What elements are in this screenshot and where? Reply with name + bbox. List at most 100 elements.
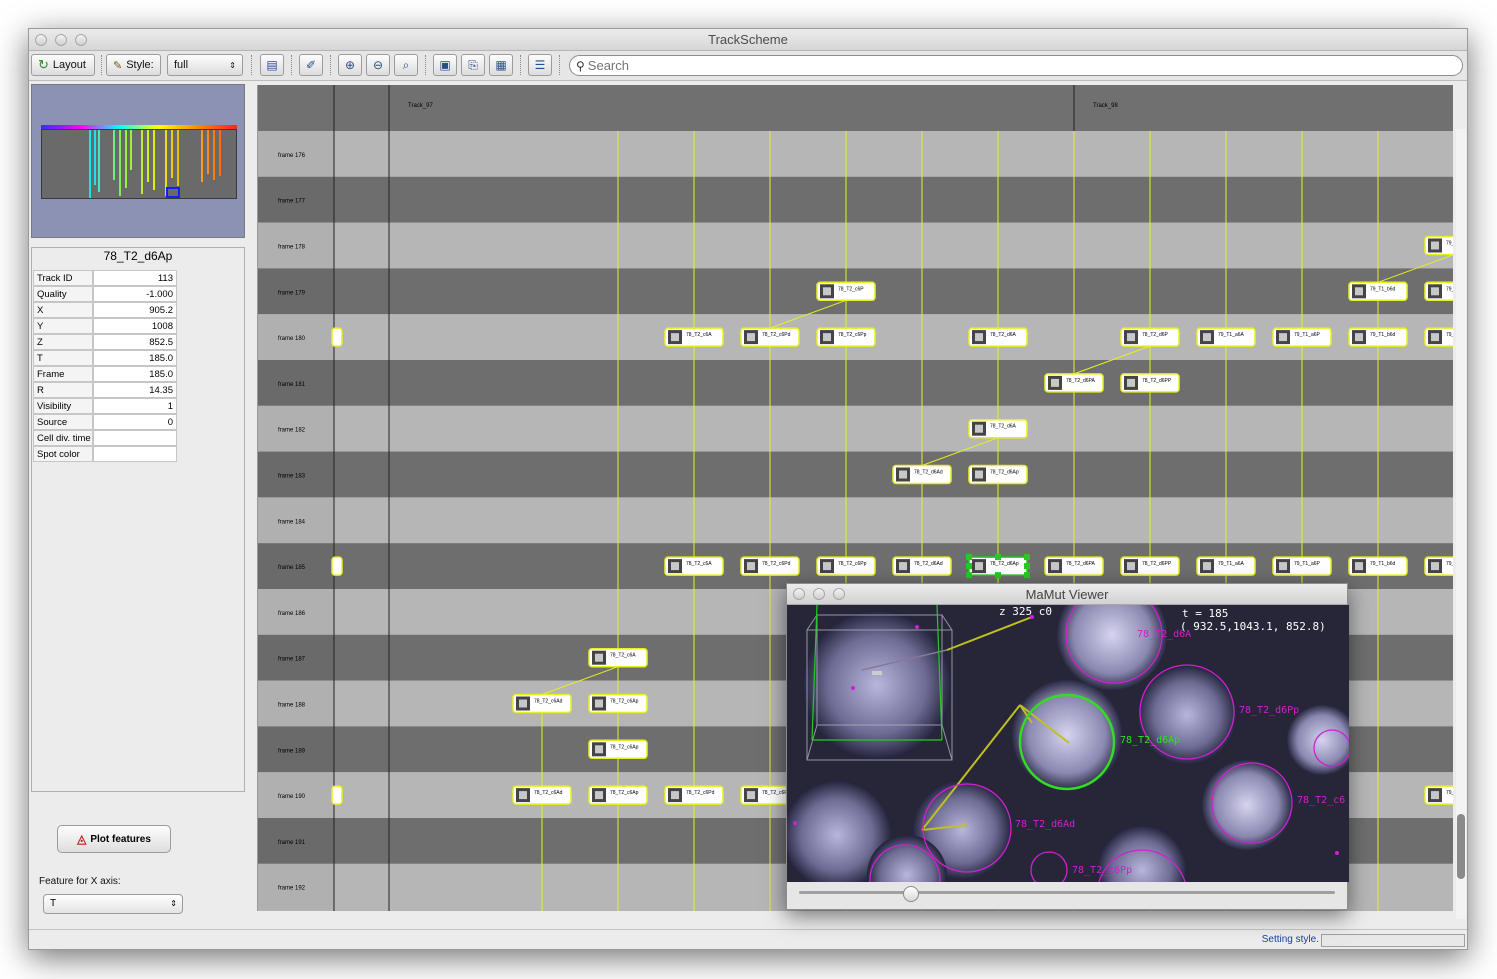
viewer-image[interactable]: z 325 c0 t = 185 ( 932.5,1043.1, 852.8) …	[787, 605, 1349, 882]
spot-node[interactable]: 78_T2_d6A	[968, 327, 1028, 347]
style-button[interactable]: ✎ Style:	[106, 54, 161, 76]
spot-feature-value[interactable]: 185.0	[93, 350, 177, 366]
zoom-out-icon[interactable]: ⊖	[366, 54, 390, 76]
spot-node[interactable]: 78_T2_d6PP	[1120, 556, 1180, 576]
spot-node[interactable]: 78_T2_c6A	[664, 556, 724, 576]
frame-label: frame 177	[278, 199, 306, 205]
viewer-zoom-button[interactable]	[833, 588, 845, 600]
selection-handle[interactable]	[995, 554, 1001, 561]
spot-node[interactable]: 78_T2_c6A	[664, 327, 724, 347]
selection-handle[interactable]	[966, 563, 972, 570]
spot-feature-value[interactable]: 1008	[93, 318, 177, 334]
spot-node[interactable]: 78_T2_d6Ad	[892, 464, 952, 485]
search-field[interactable]: ⚲	[569, 55, 1463, 76]
search-input[interactable]	[587, 58, 1408, 73]
capture-image-icon[interactable]: ▣	[433, 54, 457, 76]
spot-feature-value[interactable]: 852.5	[93, 334, 177, 350]
selection-handle[interactable]	[1024, 563, 1030, 570]
spot-feature-value[interactable]	[93, 446, 177, 462]
close-window-button[interactable]	[35, 34, 47, 46]
spot-node-partial[interactable]	[331, 556, 343, 576]
spot-node[interactable]: 78_T2_c6Pp	[816, 556, 876, 576]
spot-node[interactable]: 78_T2_c6Ad	[512, 785, 572, 805]
spot-node[interactable]: 79_T1_b6d	[1348, 281, 1408, 302]
selection-handle[interactable]	[1024, 554, 1030, 561]
spot-node[interactable]: 79_T1_a6A	[1196, 556, 1256, 576]
spot-node[interactable]: 78_T2_d6PA	[1044, 556, 1104, 576]
outline-minimap[interactable]	[31, 84, 245, 238]
x-axis-feature-select[interactable]: T ⇕	[43, 894, 183, 914]
updown-arrows-icon: ⇕	[229, 60, 236, 70]
plot-features-label: Plot features	[90, 833, 151, 845]
table-view-icon[interactable]: ☰	[528, 54, 552, 76]
spot-feature-value[interactable]: 0	[93, 414, 177, 430]
layout-button[interactable]: ↻ Layout	[31, 54, 95, 76]
spot-node[interactable]: 78_T2_c6Ap	[588, 785, 648, 805]
display-branches-icon[interactable]: ▤	[260, 54, 284, 76]
spot-node[interactable]: 78_T2_d6Ad	[892, 556, 952, 576]
viewer-minimize-button[interactable]	[813, 588, 825, 600]
viewer-close-button[interactable]	[793, 588, 805, 600]
viewer-title-bar[interactable]: MaMut Viewer	[787, 584, 1347, 605]
spot-node[interactable]: 78_T2_c6Pd	[740, 556, 800, 576]
title-bar[interactable]: TrackScheme	[29, 29, 1467, 51]
spot-feature-value[interactable]: 14.35	[93, 382, 177, 398]
spot-node[interactable]: 78_T2_d6PA	[1044, 373, 1104, 393]
spot-feature-value[interactable]: -1.000	[93, 286, 177, 302]
spot-node[interactable]: 79_T1_b6d	[1348, 556, 1408, 576]
time-slider-track[interactable]	[799, 891, 1335, 894]
export-icon[interactable]: ⎘	[461, 54, 485, 76]
spot-node[interactable]: 78_T2_c6Pd	[664, 785, 724, 805]
minimize-window-button[interactable]	[55, 34, 67, 46]
selected-spot-node[interactable]: 78_T2_d6Ap	[966, 554, 1030, 579]
spot-node[interactable]: 78_T2_d6PP	[1120, 373, 1180, 393]
spot-node[interactable]: 78_T2_c6P	[816, 281, 876, 302]
style-select[interactable]: full ⇕	[167, 54, 243, 76]
spot-node[interactable]: 78_T2_d6A	[968, 418, 1028, 439]
spot-node[interactable]: 79_T1_a6P	[1272, 556, 1332, 576]
spot-feature-row: Visibility 1	[33, 398, 177, 414]
vertical-scrollbar[interactable]	[1456, 129, 1466, 919]
link-tool-icon[interactable]: ✐	[299, 54, 323, 76]
spot-node[interactable]: 78_T2_d6P	[1120, 327, 1180, 347]
spot-node[interactable]: 79_T1_b6p	[1424, 281, 1453, 302]
spot-node[interactable]: 79_T1_b6p	[1424, 327, 1453, 347]
spot-node[interactable]: 78_T2_d6Ap	[968, 464, 1028, 485]
spot-node[interactable]: 79_T1_b6d	[1348, 327, 1408, 347]
spot-label: 78_T2_c6A	[686, 332, 712, 338]
time-slider-knob[interactable]	[903, 886, 919, 902]
spot-feature-value[interactable]: 185.0	[93, 366, 177, 382]
spot-feature-value[interactable]: 1	[93, 398, 177, 414]
selection-handle[interactable]	[966, 572, 972, 579]
spot-node[interactable]: 78_T2_c6Pd	[740, 327, 800, 347]
spot-node[interactable]: 78_T2_c6Pp	[816, 327, 876, 347]
spot-label: 78_T2_d6A	[990, 424, 1017, 430]
spot-node[interactable]: 79_T1_b6p	[1424, 556, 1453, 576]
selection-handle[interactable]	[966, 554, 972, 561]
spot-feature-value[interactable]	[93, 430, 177, 446]
spot-node-partial[interactable]	[331, 327, 343, 347]
spot-feature-value[interactable]: 113	[93, 270, 177, 286]
spot-node[interactable]: 79_T1_b6p	[1424, 785, 1453, 805]
save-icon[interactable]: ▦	[489, 54, 513, 76]
spot-node[interactable]: 78_T2_c6Ap	[588, 693, 648, 714]
zoom-window-button[interactable]	[75, 34, 87, 46]
viewer-canvas[interactable]: z 325 c0 t = 185 ( 932.5,1043.1, 852.8) …	[787, 605, 1349, 882]
spot-thumbnail-highlight	[519, 699, 527, 708]
spot-feature-key: X	[33, 302, 93, 318]
spot-node[interactable]: 78_T2_c6Ad	[512, 693, 572, 714]
spot-node[interactable]: 79_T1_a6P	[1272, 327, 1332, 347]
zoom-fit-icon[interactable]: ⌕	[394, 54, 418, 76]
spot-node-partial[interactable]	[331, 785, 343, 805]
spot-node[interactable]: 79_T1_b6	[1424, 235, 1453, 256]
plot-features-button[interactable]: ◬ Plot features	[57, 825, 171, 853]
zoom-in-icon[interactable]: ⊕	[338, 54, 362, 76]
spot-node[interactable]: 79_T1_a6A	[1196, 327, 1256, 347]
selection-handle[interactable]	[1024, 572, 1030, 579]
spot-node[interactable]: 78_T2_c6A	[588, 647, 648, 668]
selection-handle[interactable]	[995, 572, 1001, 579]
spot-feature-value[interactable]: 905.2	[93, 302, 177, 318]
spot-node[interactable]: 78_T2_c6Ap	[588, 739, 648, 760]
vertical-scrollbar-thumb[interactable]	[1457, 814, 1465, 879]
frame-label: frame 187	[278, 657, 306, 663]
